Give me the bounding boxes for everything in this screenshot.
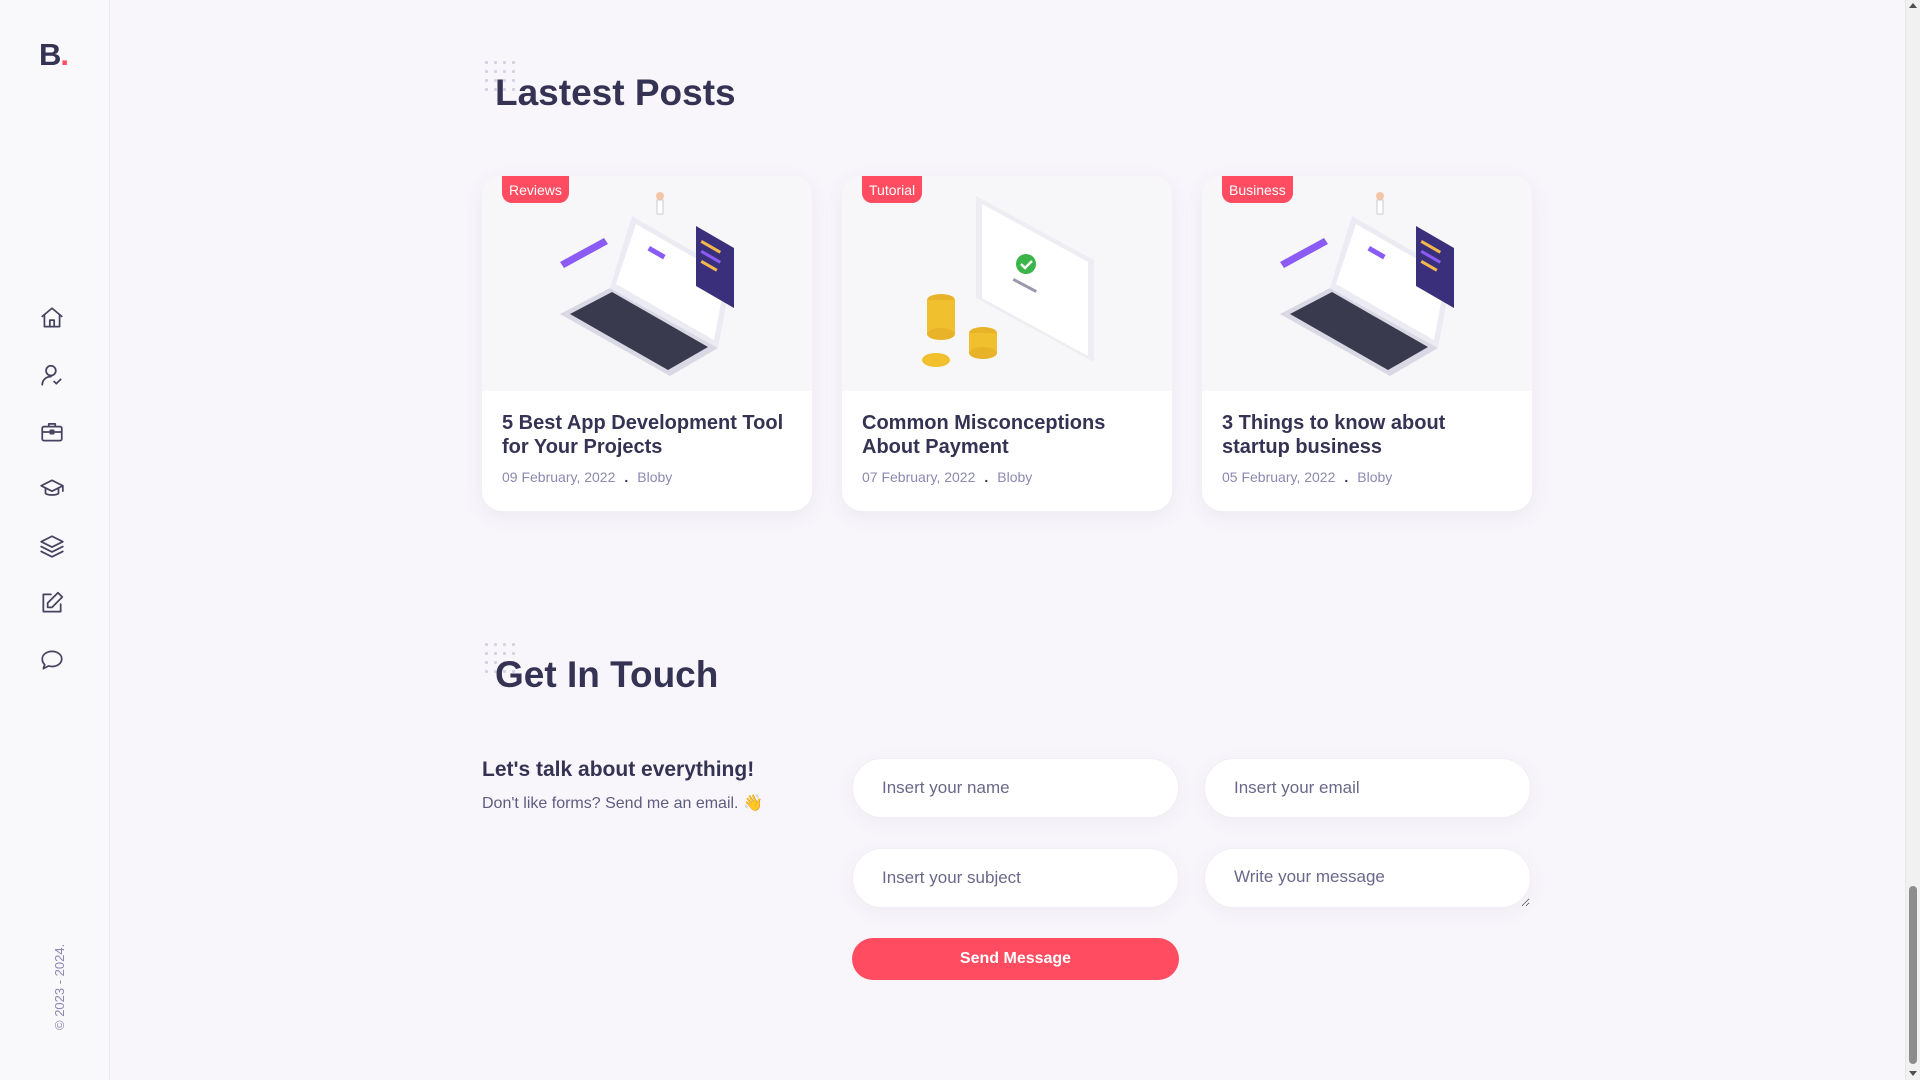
subject-input[interactable] xyxy=(852,848,1179,908)
briefcase-icon xyxy=(41,423,63,442)
post-meta: 05 February, 2022. Bloby xyxy=(1222,469,1512,485)
email-input[interactable] xyxy=(1204,758,1531,818)
sidebar: B. © 2023 - 2024. xyxy=(0,0,110,1080)
post-category-badge[interactable]: Tutorial xyxy=(862,176,923,203)
logo[interactable]: B. xyxy=(39,37,69,73)
contact-section-title: Get In Touch xyxy=(495,654,719,695)
post-author: Bloby xyxy=(1357,469,1393,485)
scroll-up-icon[interactable] xyxy=(1909,3,1917,8)
post-title[interactable]: Common Misconceptions About Payment xyxy=(862,411,1152,459)
laptop-illustration xyxy=(560,192,734,376)
post-title[interactable]: 5 Best App Development Tool for Your Pro… xyxy=(502,411,792,459)
post-category-badge[interactable]: Reviews xyxy=(502,176,569,203)
post-thumbnail[interactable]: Business xyxy=(1202,176,1532,391)
laptop-illustration xyxy=(1280,192,1454,376)
post-date: 07 February, 2022 xyxy=(862,469,976,485)
nav-blog[interactable] xyxy=(37,588,67,618)
meta-separator: . xyxy=(1344,469,1349,485)
nav-education[interactable] xyxy=(37,474,67,504)
nav-contact[interactable] xyxy=(37,645,67,675)
page-scrollbar[interactable] xyxy=(1905,0,1920,1080)
home-icon xyxy=(41,307,63,328)
chat-icon xyxy=(41,650,63,670)
post-card[interactable]: Reviews 5 Best App Development Tool for … xyxy=(482,176,812,511)
scrollbar-thumb[interactable] xyxy=(1909,886,1917,1064)
post-meta: 07 February, 2022. Bloby xyxy=(862,469,1152,485)
post-meta: 09 February, 2022. Bloby xyxy=(502,469,792,485)
message-textarea[interactable] xyxy=(1204,848,1531,908)
nav-services[interactable] xyxy=(37,417,67,447)
nav-home[interactable] xyxy=(37,303,67,333)
sidebar-nav xyxy=(37,303,67,702)
nav-about[interactable] xyxy=(37,360,67,390)
post-author: Bloby xyxy=(637,469,673,485)
post-category-badge[interactable]: Business xyxy=(1222,176,1293,203)
payment-illustration xyxy=(922,196,1094,367)
post-date: 05 February, 2022 xyxy=(1222,469,1336,485)
graduation-cap-icon xyxy=(40,479,64,496)
post-card[interactable]: Tutorial Common Misconceptions About Pay… xyxy=(842,176,1172,511)
name-input[interactable] xyxy=(852,758,1179,818)
layers-icon xyxy=(40,535,64,558)
contact-heading: Let's talk about everything! xyxy=(482,758,755,781)
post-thumbnail[interactable]: Tutorial xyxy=(842,176,1172,391)
post-title[interactable]: 3 Things to know about startup business xyxy=(1222,411,1512,459)
scroll-down-icon[interactable] xyxy=(1909,1071,1917,1076)
send-message-button[interactable]: Send Message xyxy=(852,938,1179,980)
post-date: 09 February, 2022 xyxy=(502,469,616,485)
copyright-text: © 2023 - 2024. xyxy=(52,943,67,1030)
meta-separator: . xyxy=(624,469,629,485)
post-card[interactable]: Business 3 Things to know about startup … xyxy=(1202,176,1532,511)
posts-section-title: Lastest Posts xyxy=(495,72,736,113)
post-thumbnail[interactable]: Reviews xyxy=(482,176,812,391)
meta-separator: . xyxy=(984,469,989,485)
nav-portfolio[interactable] xyxy=(37,531,67,561)
post-author: Bloby xyxy=(997,469,1033,485)
contact-subtext: Don't like forms? Send me an email. 👋 xyxy=(482,795,763,812)
user-icon xyxy=(41,364,62,386)
edit-icon xyxy=(42,591,64,613)
